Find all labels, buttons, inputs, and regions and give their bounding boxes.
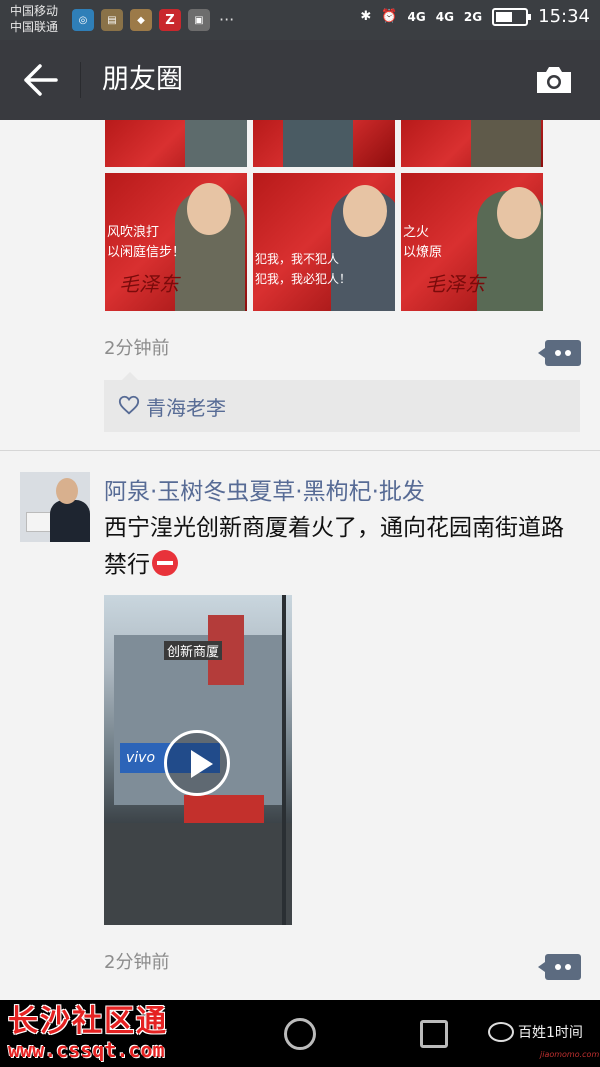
moments-feed[interactable]: 风吹浪打 以闲庭信步！ 毛泽东 犯我，我不犯人 犯我，我必犯人！ 之火 以燎原 … [0, 120, 600, 1000]
play-icon[interactable] [164, 730, 230, 796]
back-arrow-icon [24, 64, 58, 96]
home-button[interactable] [284, 1018, 316, 1050]
back-button[interactable] [22, 62, 62, 98]
post-2-text: 西宁湟光创新商厦着火了，通向花园南街道路禁行 [104, 510, 586, 584]
carrier-1: 中国移动 [10, 4, 59, 18]
wechat-logo-icon [488, 1022, 514, 1042]
watermark-site: 长沙社区通 www.cssqt.com [8, 996, 168, 1062]
heart-icon [118, 395, 140, 415]
zhihu-app-icon: Z [159, 9, 181, 31]
post-separator [0, 450, 600, 451]
clock: 15:34 [538, 6, 590, 27]
post-2-author[interactable]: 阿泉·玉树冬虫夏草·黑枸杞·批发 [104, 472, 425, 506]
camera-button[interactable] [534, 64, 574, 96]
signal-4g-bars-icon: 4G [435, 9, 454, 24]
watermark-tiny: jiaomomo.com [540, 1050, 600, 1059]
watermark-site-url: www.cssqt.com [8, 1038, 165, 1062]
nav-divider [80, 62, 81, 98]
video-fire-truck [184, 795, 264, 823]
more-notifications-icon: ··· [219, 10, 235, 29]
video-road [104, 823, 292, 925]
page-title: 朋友圈 [102, 64, 183, 95]
battery-fill [496, 11, 512, 22]
signal-2g-icon: 2G [463, 9, 483, 24]
nav-bar: 朋友圈 [0, 40, 600, 120]
camera-icon [537, 67, 571, 93]
liker-name[interactable]: 青海老李 [146, 392, 226, 421]
carrier-2: 中国联通 [10, 20, 59, 34]
news-app-icon: ▤ [101, 9, 123, 31]
watermark-site-name: 长沙社区通 [8, 1004, 168, 1039]
post-2-timestamp: 2分钟前 [104, 952, 170, 973]
post-1-image-6[interactable]: 之火 以燎原 毛泽东 [401, 173, 543, 311]
post-1-image-4[interactable]: 风吹浪打 以闲庭信步！ 毛泽东 [105, 173, 247, 311]
signal-4g-icon: 4G [407, 9, 426, 24]
browser-app-icon: ◎ [72, 9, 94, 31]
video-sign-text: 创新商厦 [164, 641, 223, 660]
poster-quote-2: 犯我，我不犯人 犯我，我必犯人！ [255, 252, 352, 286]
calligraphy-signature-2: 毛泽东 [425, 272, 485, 296]
post-1-image-3[interactable] [401, 120, 543, 167]
watermark-source: 百姓1时间 [488, 1022, 583, 1042]
video-pole [282, 595, 286, 925]
post-2-comment-button[interactable] [538, 954, 581, 980]
video-billboard-text: vivo [126, 750, 156, 766]
post-1-image-1[interactable] [105, 120, 247, 167]
post-1-likes: 青海老李 [104, 372, 580, 432]
post-2-video[interactable]: 创新商厦 vivo [104, 595, 292, 925]
reader-app-icon: ◆ [130, 9, 152, 31]
post-1-image-5[interactable]: 犯我，我不犯人 犯我，我必犯人！ [253, 173, 395, 311]
alarm-icon: ⏰ [381, 9, 398, 24]
carrier-info: 中国移动 中国联通 [10, 3, 58, 35]
recents-button[interactable] [420, 1020, 448, 1048]
avatar[interactable] [20, 472, 90, 542]
bluetooth-icon: ✱ [360, 9, 372, 24]
system-icons: ✱ ⏰ 4G 4G 2G 15:34 [360, 6, 590, 27]
status-bar: 中国移动 中国联通 ◎ ▤ ◆ Z ▣ ··· ✱ ⏰ 4G 4G 2G 15:… [0, 0, 600, 40]
photo-app-icon: ▣ [188, 9, 210, 31]
notification-icons: ◎ ▤ ◆ Z ▣ ··· [72, 9, 234, 31]
calligraphy-signature-1: 毛泽东 [119, 272, 179, 296]
battery-icon [492, 7, 532, 26]
poster-quote-1: 风吹浪打 以闲庭信步！ [107, 225, 186, 260]
no-entry-icon [152, 550, 178, 576]
post-1-image-2[interactable] [253, 120, 395, 167]
post-1-timestamp: 2分钟前 [104, 338, 170, 359]
post-1-comment-button[interactable] [538, 340, 581, 366]
poster-quote-3: 之火 以燎原 [403, 225, 443, 260]
watermark-source-name: 百姓1时间 [518, 1025, 583, 1041]
